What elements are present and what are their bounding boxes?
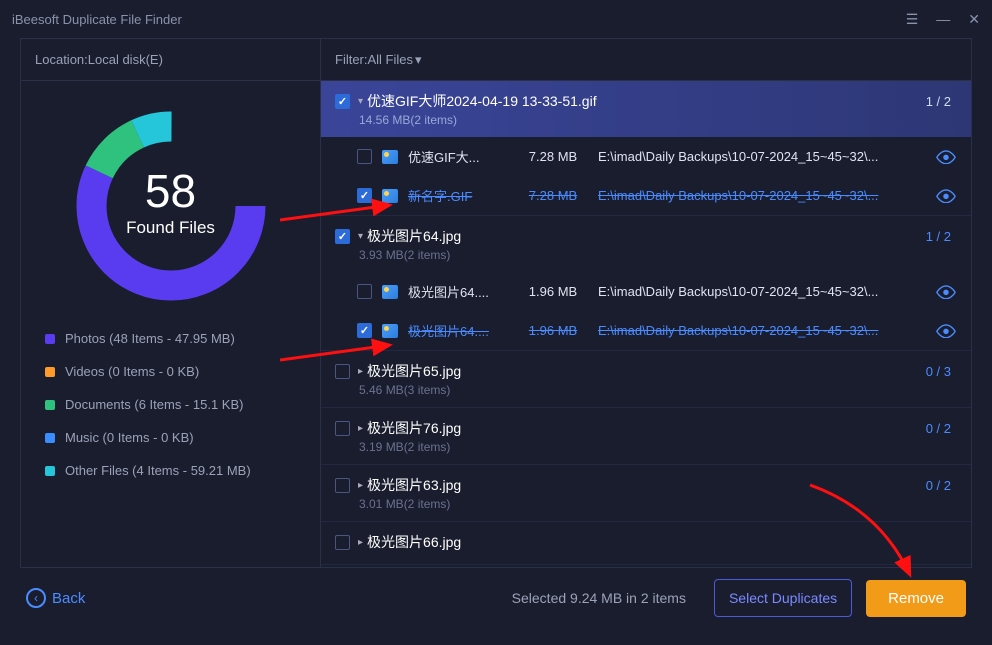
file-row[interactable]: 新名字.GIF 7.28 MB E:\imad\Daily Backups\10-0… xyxy=(321,176,971,215)
close-icon[interactable]: ✕ xyxy=(968,11,980,28)
file-path: E:\imad\Daily Backups\10-07-2024_15~45~3… xyxy=(598,149,925,164)
group-checkbox[interactable] xyxy=(335,535,350,550)
expand-icon[interactable]: ▸ xyxy=(358,537,363,548)
select-duplicates-button[interactable]: Select Duplicates xyxy=(714,579,852,617)
legend-swatch xyxy=(45,334,55,344)
group-checkbox[interactable] xyxy=(335,421,350,436)
group-name: 极光图片63.jpg xyxy=(367,475,926,495)
file-path: E:\imad\Daily Backups\10-07-2024_15~45~3… xyxy=(598,188,925,203)
image-icon xyxy=(382,189,398,203)
location-label: Location: xyxy=(35,52,88,67)
legend-swatch xyxy=(45,367,55,377)
file-name: 极光图片64.... xyxy=(408,321,508,340)
legend-label: Other Files (4 Items - 59.21 MB) xyxy=(65,463,251,478)
group-subtitle: 3.93 MB(2 items) xyxy=(321,248,971,272)
expand-icon[interactable]: ▸ xyxy=(358,366,363,377)
filter-value: All Files xyxy=(368,52,414,67)
legend-swatch xyxy=(45,400,55,410)
group-header[interactable]: ▸ 极光图片65.jpg0 / 3 xyxy=(321,351,971,383)
selection-summary: Selected 9.24 MB in 2 items xyxy=(512,590,686,606)
group-name: 极光图片66.jpg xyxy=(367,532,951,552)
legend-item: Documents (6 Items - 15.1 KB) xyxy=(45,397,296,412)
group-count: 0 / 2 xyxy=(926,478,951,493)
legend-item: Videos (0 Items - 0 KB) xyxy=(45,364,296,379)
group-subtitle: 5.46 MB(3 items) xyxy=(321,383,971,407)
image-icon xyxy=(382,324,398,338)
legend-label: Documents (6 Items - 15.1 KB) xyxy=(65,397,243,412)
group-count: 0 / 2 xyxy=(926,421,951,436)
expand-icon[interactable]: ▾ xyxy=(358,231,363,242)
group-checkbox[interactable] xyxy=(335,229,350,244)
minimize-icon[interactable]: — xyxy=(936,11,950,27)
file-row[interactable]: 极光图片64.... 1.96 MB E:\imad\Daily Backups\1… xyxy=(321,311,971,350)
chevron-down-icon: ▾ xyxy=(415,52,422,68)
group-count: 1 / 2 xyxy=(926,229,951,244)
back-icon: ‹ xyxy=(26,588,46,608)
file-checkbox[interactable] xyxy=(357,149,372,164)
file-checkbox[interactable] xyxy=(357,323,372,338)
file-name: 新名字.GIF xyxy=(408,186,508,205)
group-count: 1 / 2 xyxy=(926,94,951,109)
group-checkbox[interactable] xyxy=(335,478,350,493)
legend-item: Music (0 Items - 0 KB) xyxy=(45,430,296,445)
group-name: 极光图片76.jpg xyxy=(367,418,926,438)
legend-swatch xyxy=(45,433,55,443)
file-row[interactable]: 极光图片64.... 1.96 MB E:\imad\Daily Backups\1… xyxy=(321,272,971,311)
back-button[interactable]: ‹ Back xyxy=(26,588,85,608)
preview-icon[interactable] xyxy=(935,189,957,203)
group-header[interactable]: ▸ 极光图片63.jpg0 / 2 xyxy=(321,465,971,497)
file-row[interactable]: 优速GIF大... 7.28 MB E:\imad\Daily Backups\10… xyxy=(321,137,971,176)
donut-chart: 58 Found Files xyxy=(21,81,320,321)
group-subtitle: 14.56 MB(2 items) xyxy=(321,111,971,137)
expand-icon[interactable]: ▸ xyxy=(358,423,363,434)
preview-icon[interactable] xyxy=(935,324,957,338)
filter-bar[interactable]: Filter:All Files ▾ xyxy=(321,39,971,81)
file-size: 1.96 MB xyxy=(518,284,588,299)
file-path: E:\imad\Daily Backups\10-07-2024_15~45~3… xyxy=(598,284,925,299)
file-size: 7.28 MB xyxy=(518,188,588,203)
group-header[interactable]: ▸ 极光图片66.jpg xyxy=(321,522,971,554)
group-name: 极光图片64.jpg xyxy=(367,226,926,246)
image-icon xyxy=(382,285,398,299)
group-checkbox[interactable] xyxy=(335,94,350,109)
legend-label: Photos (48 Items - 47.95 MB) xyxy=(65,331,235,346)
legend-label: Videos (0 Items - 0 KB) xyxy=(65,364,199,379)
expand-icon[interactable]: ▸ xyxy=(358,480,363,491)
remove-button[interactable]: Remove xyxy=(866,580,966,617)
location-value: Local disk(E) xyxy=(88,52,163,67)
legend-label: Music (0 Items - 0 KB) xyxy=(65,430,194,445)
group-subtitle: 3.01 MB(2 items) xyxy=(321,497,971,521)
group-name: 极光图片65.jpg xyxy=(367,361,926,381)
legend-item: Other Files (4 Items - 59.21 MB) xyxy=(45,463,296,478)
image-icon xyxy=(382,150,398,164)
preview-icon[interactable] xyxy=(935,285,957,299)
file-size: 7.28 MB xyxy=(518,149,588,164)
file-name: 优速GIF大... xyxy=(408,147,508,166)
group-subtitle xyxy=(321,554,971,564)
group-header[interactable]: ▾ 优速GIF大师2024-04-19 13-33-51.gif1 / 2 xyxy=(321,81,971,113)
menu-icon[interactable]: ☰ xyxy=(906,11,919,28)
back-label: Back xyxy=(52,590,85,607)
group-header[interactable]: ▾ 极光图片64.jpg1 / 2 xyxy=(321,216,971,248)
location-bar: Location:Local disk(E) xyxy=(21,39,320,81)
file-checkbox[interactable] xyxy=(357,188,372,203)
file-name: 极光图片64.... xyxy=(408,282,508,301)
file-size: 1.96 MB xyxy=(518,323,588,338)
group-checkbox[interactable] xyxy=(335,364,350,379)
preview-icon[interactable] xyxy=(935,150,957,164)
legend-item: Photos (48 Items - 47.95 MB) xyxy=(45,331,296,346)
found-label: Found Files xyxy=(126,218,215,238)
group-name: 优速GIF大师2024-04-19 13-33-51.gif xyxy=(367,91,926,111)
expand-icon[interactable]: ▾ xyxy=(358,96,363,107)
file-path: E:\imad\Daily Backups\10-07-2024_15~45~3… xyxy=(598,323,925,338)
legend-swatch xyxy=(45,466,55,476)
filter-label: Filter: xyxy=(335,52,368,67)
found-count: 58 xyxy=(145,164,196,218)
group-count: 0 / 3 xyxy=(926,364,951,379)
app-title: iBeesoft Duplicate File Finder xyxy=(12,12,182,27)
file-checkbox[interactable] xyxy=(357,284,372,299)
group-header[interactable]: ▸ 极光图片76.jpg0 / 2 xyxy=(321,408,971,440)
group-subtitle: 3.19 MB(2 items) xyxy=(321,440,971,464)
